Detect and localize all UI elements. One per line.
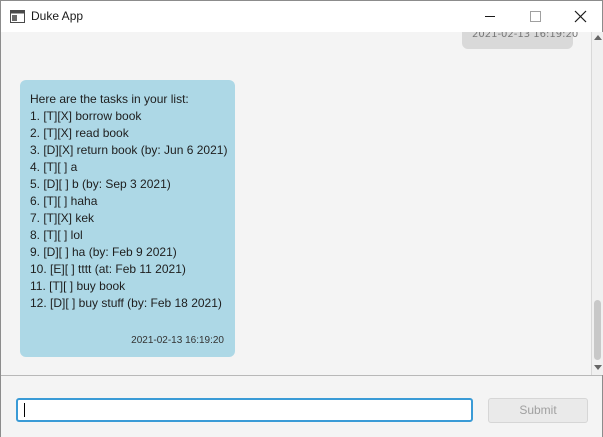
user-message-bubble: 2021-02-13 16:19:20 (462, 32, 578, 49)
user-message-timestamp: 2021-02-13 16:19:20 (472, 32, 579, 40)
task-list-item: 4. [T][ ] a (30, 160, 78, 174)
task-list-item: 7. [T][X] kek (30, 211, 95, 225)
task-list-header: Here are the tasks in your list: (30, 92, 189, 106)
task-list-item: 6. [T][ ] haha (30, 194, 98, 208)
task-list-item: 3. [D][X] return book (by: Jun 6 2021) (30, 143, 228, 157)
scroll-down-arrow-icon[interactable] (594, 365, 602, 370)
vertical-scrollbar[interactable] (591, 32, 603, 375)
dialog-container[interactable]: 2021-02-13 16:19:20 Here are the tasks i… (1, 32, 591, 375)
app-window: Duke App 2021-02-13 16:19:20 Here are th… (0, 0, 603, 437)
window-app-icon (10, 10, 25, 23)
duke-message-timestamp: 2021-02-13 16:19:20 (131, 335, 224, 346)
task-list-item: 5. [D][ ] b (by: Sep 3 2021) (30, 177, 171, 191)
maximize-icon (530, 11, 541, 22)
task-list-item: 8. [T][ ] lol (30, 228, 83, 242)
task-list-item: 12. [D][ ] buy stuff (by: Feb 18 2021) (30, 296, 222, 310)
maximize-button[interactable] (512, 1, 558, 32)
minimize-icon (485, 16, 495, 17)
task-list-item: 11. [T][ ] buy book (30, 279, 126, 293)
close-button[interactable] (557, 1, 603, 32)
window-title: Duke App (31, 9, 84, 23)
input-area: Submit (1, 376, 602, 437)
scrollbar-thumb[interactable] (594, 300, 601, 360)
submit-button[interactable]: Submit (488, 398, 588, 423)
title-bar: Duke App (1, 1, 602, 32)
user-input-field[interactable] (16, 398, 473, 422)
scroll-up-arrow-icon[interactable] (594, 35, 602, 40)
text-caret (24, 403, 25, 417)
duke-message-bubble: Here are the tasks in your list: 1. [T][X… (20, 80, 235, 357)
task-list-item: 1. [T][X] borrow book (30, 109, 142, 123)
task-list-item: 2. [T][X] read book (30, 126, 129, 140)
close-icon (574, 10, 587, 23)
task-list-item: 9. [D][ ] ha (by: Feb 9 2021) (30, 245, 177, 259)
task-list-item: 10. [E][ ] tttt (at: Feb 11 2021) (30, 262, 186, 276)
duke-message-text: Here are the tasks in your list: 1. [T][X… (30, 91, 227, 312)
minimize-button[interactable] (467, 1, 513, 32)
